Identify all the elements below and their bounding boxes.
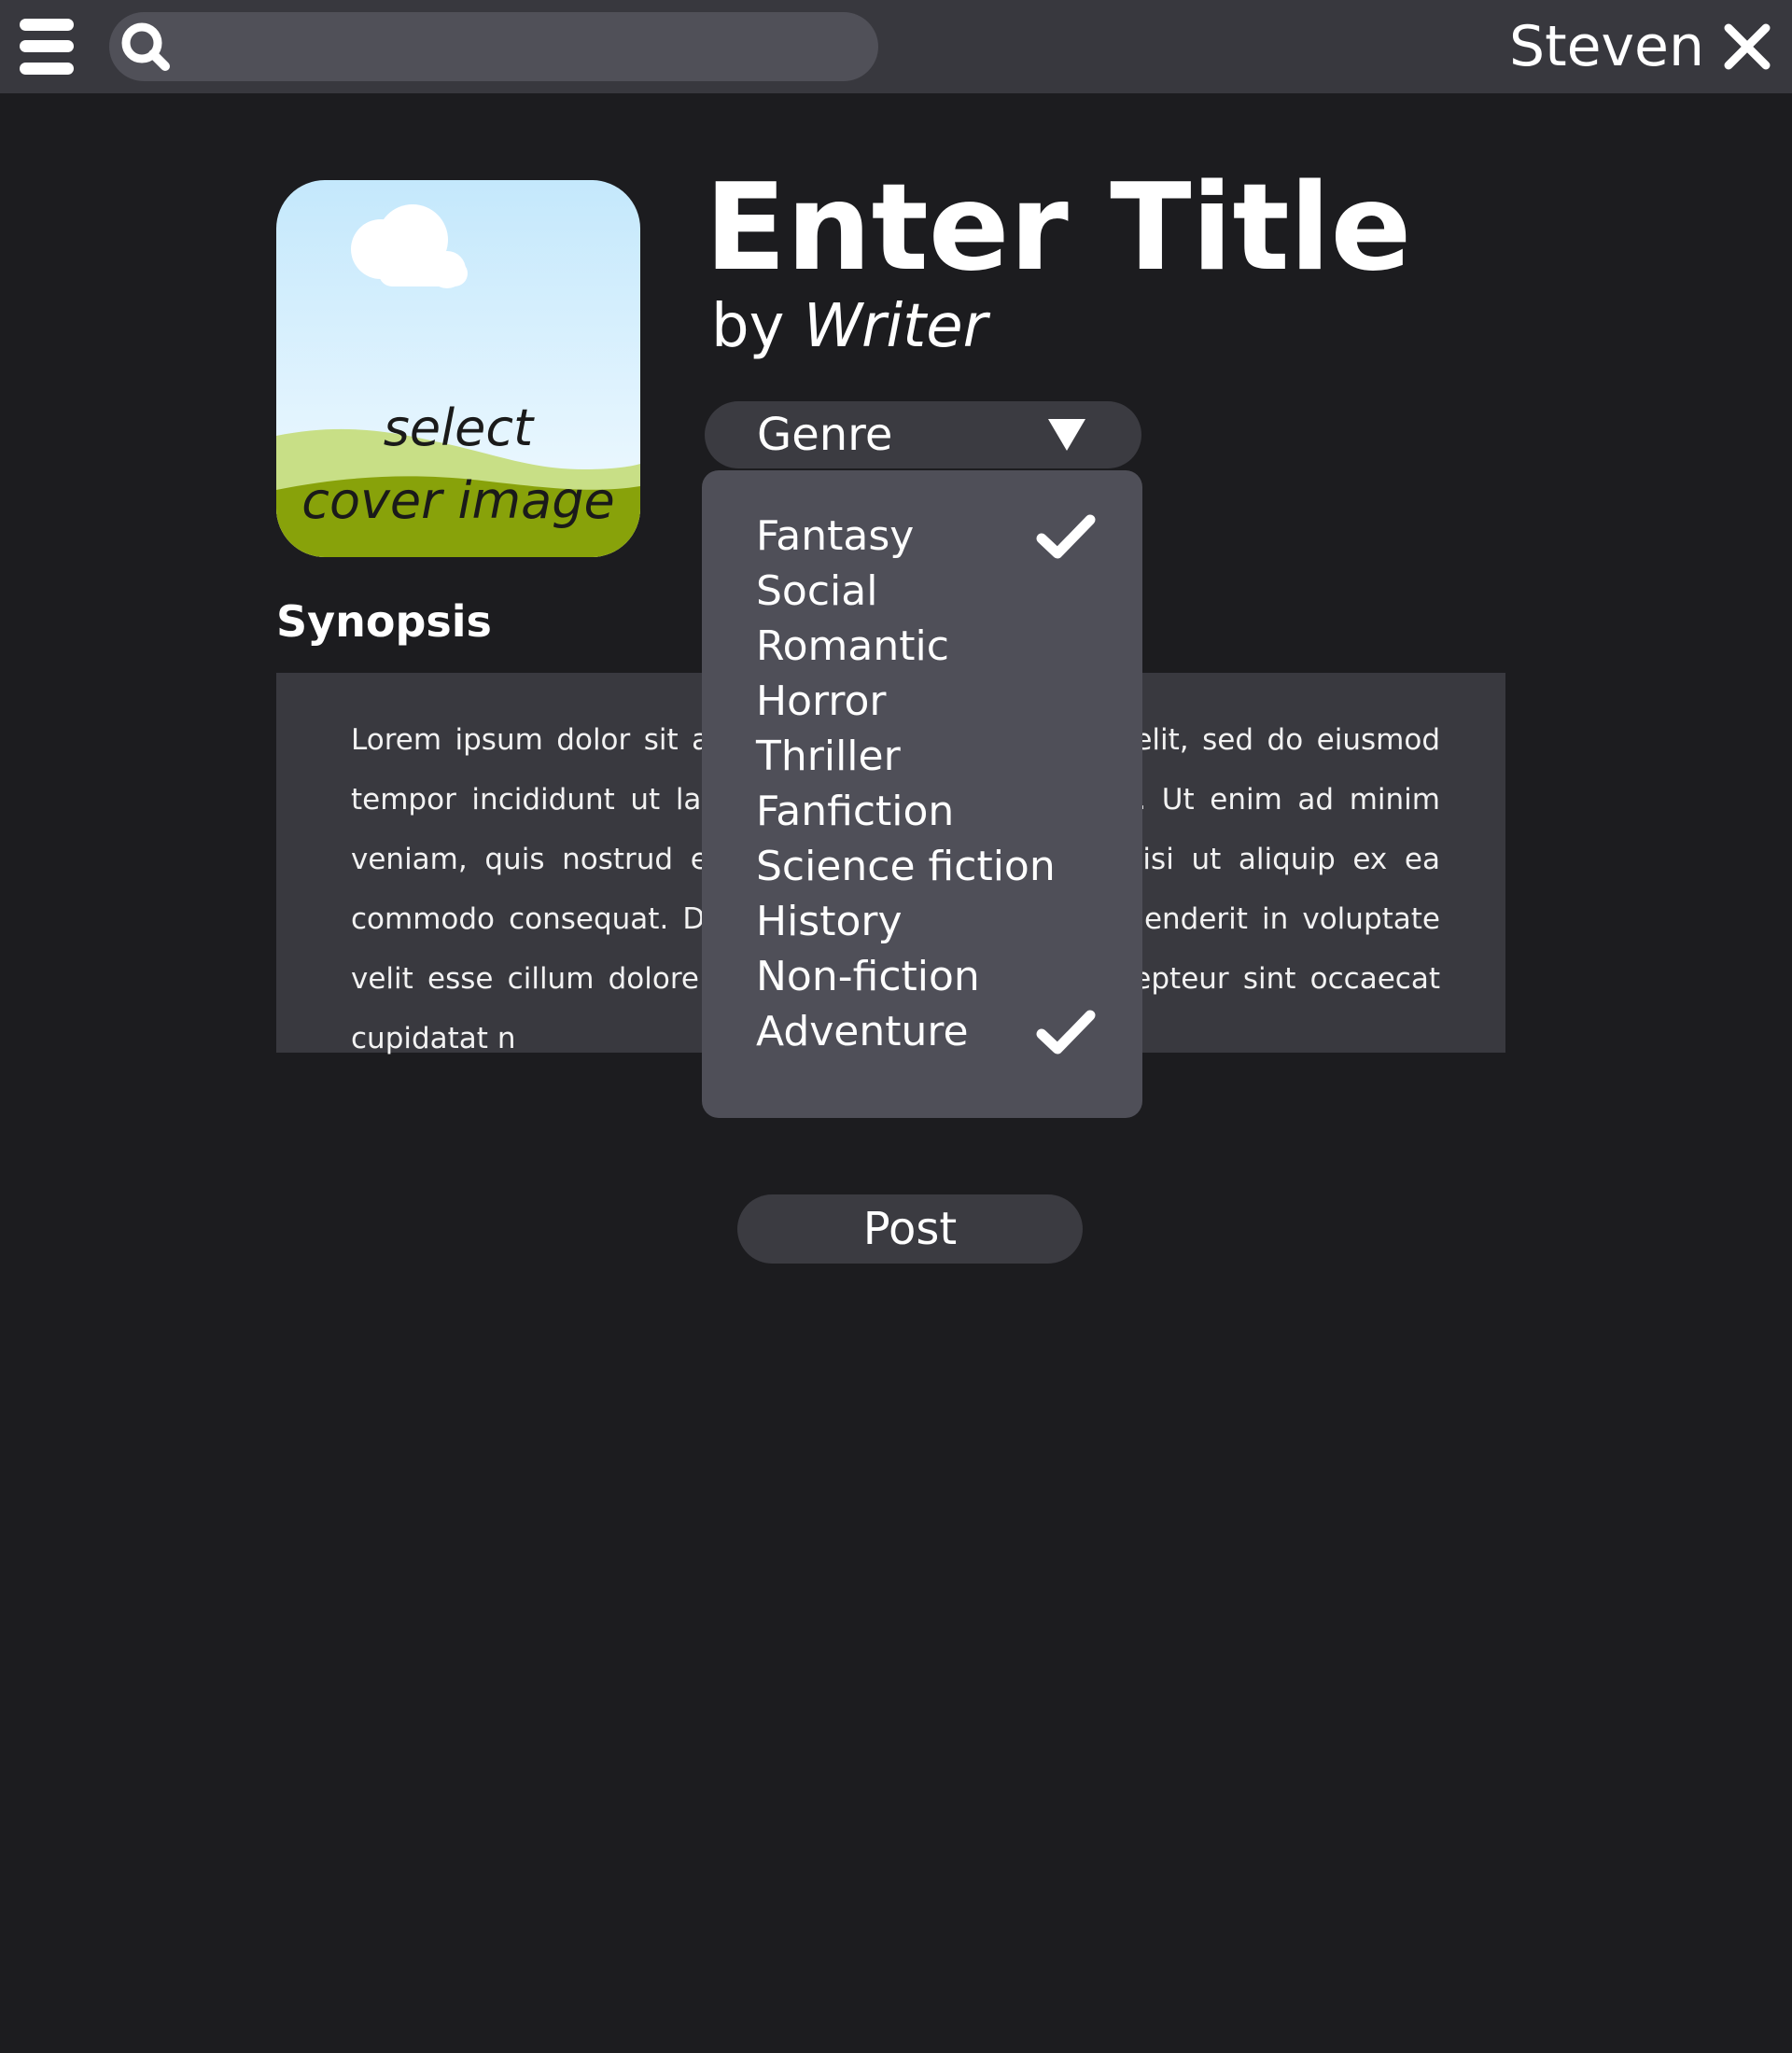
cover-prompt-line1: select xyxy=(383,398,534,457)
genre-option-romantic[interactable]: Romantic xyxy=(702,619,1142,674)
close-icon[interactable] xyxy=(1721,21,1773,73)
genre-option-label: Social xyxy=(756,567,878,615)
genre-option-label: Fanfiction xyxy=(756,788,955,835)
username[interactable]: Steven xyxy=(1509,9,1704,84)
genre-option-label: Science fiction xyxy=(756,843,1056,890)
author-name[interactable]: Writer xyxy=(804,292,987,361)
genre-option-label: Horror xyxy=(756,677,887,725)
genre-option-fantasy[interactable]: Fantasy xyxy=(702,509,1142,564)
genre-option-label: History xyxy=(756,898,903,945)
search-bar[interactable] xyxy=(109,12,878,83)
genre-option-horror[interactable]: Horror xyxy=(702,674,1142,729)
post-button[interactable]: Post xyxy=(737,1194,1083,1264)
synopsis-heading: Synopsis xyxy=(276,596,492,647)
genre-option-label: Romantic xyxy=(756,622,949,670)
genre-option-science-fiction[interactable]: Science fiction xyxy=(702,839,1142,894)
search-input[interactable] xyxy=(182,12,858,83)
byline: by Writer xyxy=(711,291,987,362)
top-bar: Steven xyxy=(0,0,1792,93)
genre-option-label: Non-fiction xyxy=(756,953,980,1000)
genre-dropdown[interactable]: Genre xyxy=(705,401,1141,468)
cover-image-picker[interactable]: select cover image xyxy=(276,180,640,557)
genre-option-social[interactable]: Social xyxy=(702,564,1142,619)
genre-option-label: Adventure xyxy=(756,1008,969,1055)
genre-option-thriller[interactable]: Thriller xyxy=(702,729,1142,784)
genre-option-adventure[interactable]: Adventure xyxy=(702,1004,1142,1059)
genre-option-fanfiction[interactable]: Fanfiction xyxy=(702,784,1142,839)
hamburger-menu-icon[interactable] xyxy=(20,19,74,75)
genre-option-label: Thriller xyxy=(756,733,901,780)
checkmark-icon xyxy=(1036,1010,1096,1054)
checkmark-icon xyxy=(1036,514,1096,559)
search-icon[interactable] xyxy=(118,19,174,75)
cover-prompt-line2: cover image xyxy=(301,471,615,530)
triangle-down-icon xyxy=(1048,419,1085,451)
genre-dropdown-label: Genre xyxy=(757,409,893,461)
genre-option-label: Fantasy xyxy=(756,512,915,560)
genre-option-non-fiction[interactable]: Non-fiction xyxy=(702,949,1142,1004)
genre-option-history[interactable]: History xyxy=(702,894,1142,949)
byline-prefix: by xyxy=(711,292,785,361)
genre-menu: Fantasy Social Romantic Horror Thriller … xyxy=(702,470,1142,1118)
story-title[interactable]: Enter Title xyxy=(705,159,1411,299)
